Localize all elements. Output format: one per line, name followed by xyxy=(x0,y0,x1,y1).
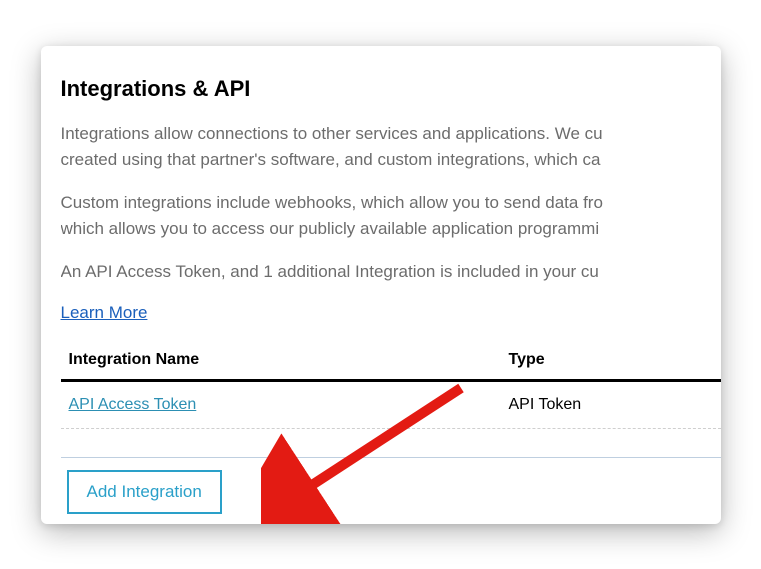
intro-paragraph-1-line2: created using that partner's software, a… xyxy=(61,148,721,173)
cell-type: API Token xyxy=(509,396,721,414)
footer-divider xyxy=(61,457,721,458)
intro-paragraph-2-line2: which allows you to access our publicly … xyxy=(61,217,721,242)
cell-integration-name: API Access Token xyxy=(69,396,509,414)
integrations-table: Integration Name Type API Access Token A… xyxy=(61,343,721,429)
add-integration-button[interactable]: Add Integration xyxy=(67,470,222,514)
header-type: Type xyxy=(509,351,721,369)
api-access-token-link[interactable]: API Access Token xyxy=(69,396,197,413)
intro-paragraph-1-line1: Integrations allow connections to other … xyxy=(61,122,721,147)
table-header-row: Integration Name Type xyxy=(61,343,721,382)
integrations-card: Integrations & API Integrations allow co… xyxy=(41,46,721,524)
card-content: Integrations & API Integrations allow co… xyxy=(41,46,721,514)
page-title: Integrations & API xyxy=(61,76,721,102)
learn-more-link[interactable]: Learn More xyxy=(61,303,148,323)
header-integration-name: Integration Name xyxy=(69,351,509,369)
intro-paragraph-2-line1: Custom integrations include webhooks, wh… xyxy=(61,191,721,216)
table-row: API Access Token API Token xyxy=(61,382,721,429)
intro-paragraph-3: An API Access Token, and 1 additional In… xyxy=(61,260,721,285)
